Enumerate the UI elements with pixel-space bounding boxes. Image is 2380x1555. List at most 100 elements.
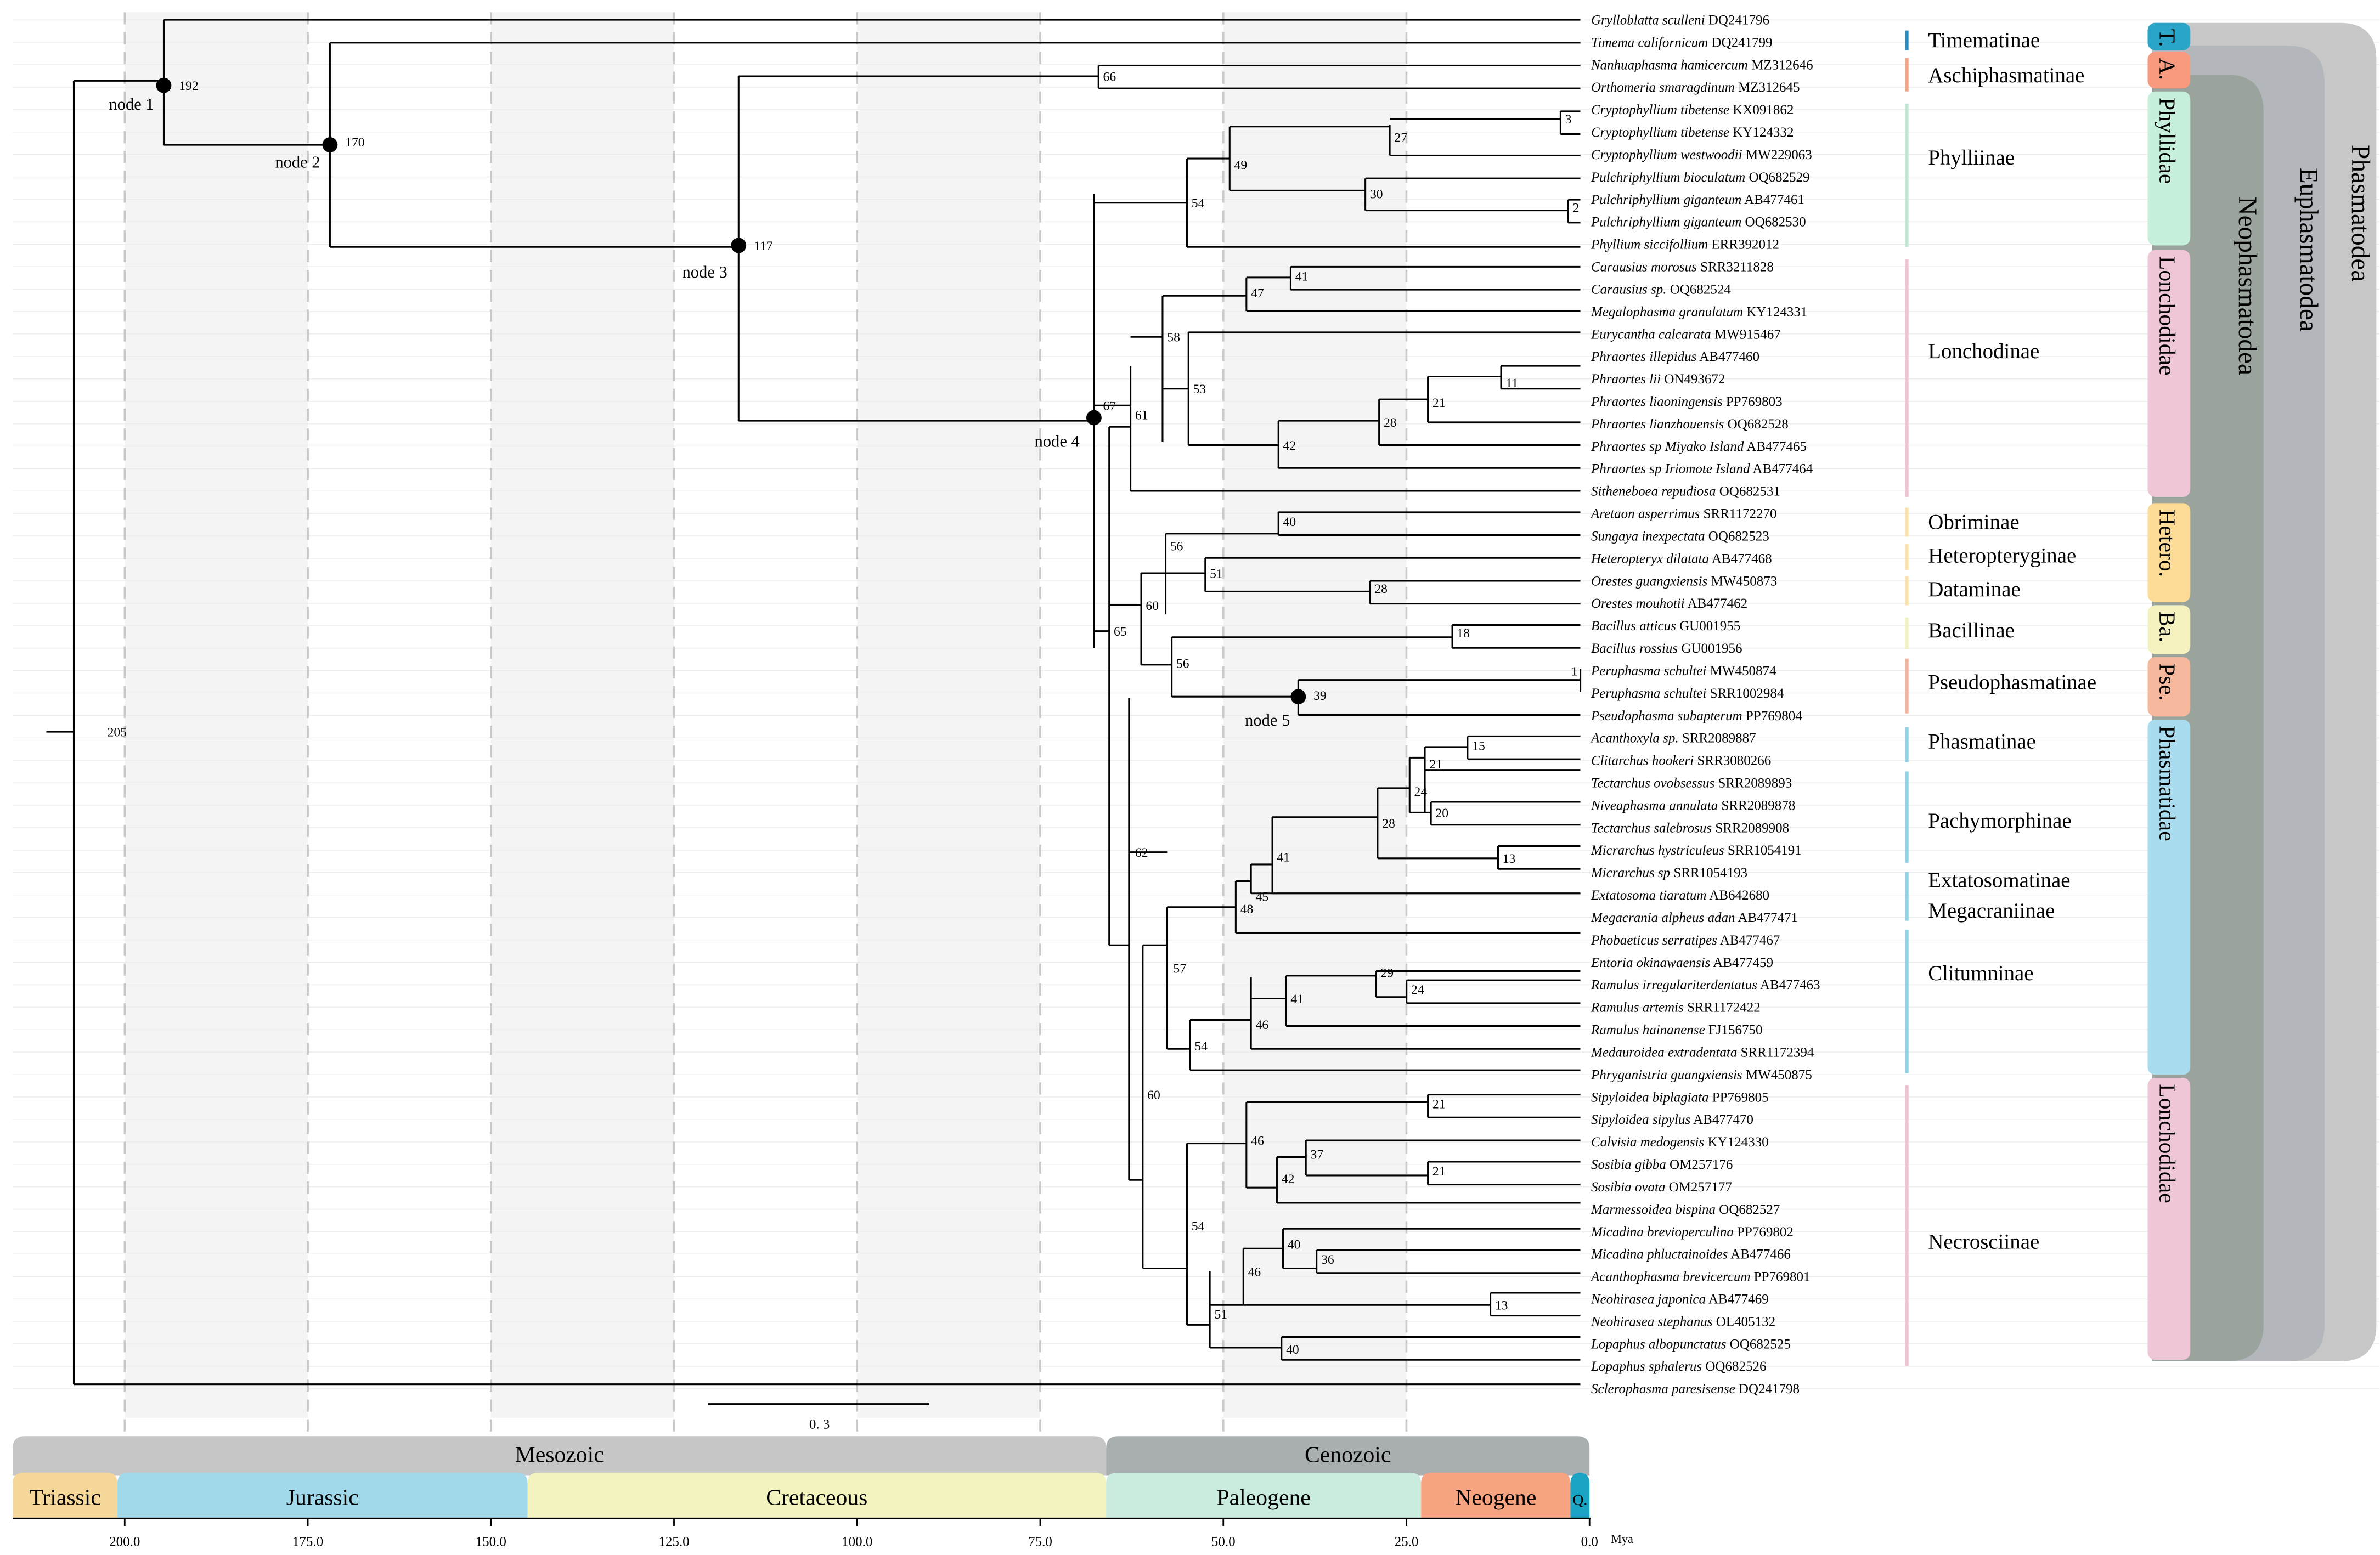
taxon-name: Heteropteryx dilatata [1591, 551, 1709, 566]
node-age-label: 51 [1214, 1308, 1227, 1322]
family-column: Phasmatodea Euphasmatodea Neophasmatodea T.… [2147, 22, 2377, 1362]
accession-number: AB477463 [1757, 978, 1820, 993]
taxon-name: Ramulus hainanense [1591, 1023, 1705, 1038]
accession-number: MW915467 [1711, 327, 1781, 342]
node-age-label: 42 [1282, 1172, 1295, 1186]
accession-number: SRR1054191 [1724, 843, 1802, 858]
tip-label: Bacillus rossius GU001956 [1591, 641, 1742, 656]
taxon-name: Carausius morosus [1591, 260, 1697, 275]
taxon-name: Bacillus atticus [1591, 619, 1676, 634]
tip-label: Micrarchus hystriculeus SRR1054191 [1591, 843, 1802, 858]
tip-label: Neohirasea stephanus OL405132 [1591, 1314, 1775, 1329]
tip-label: Sitheneboea repudiosa OQ682531 [1591, 484, 1780, 499]
tip-label: Megacrania alpheus adan AB477471 [1591, 911, 1798, 925]
tip-label: Marmessoidea bispina OQ682527 [1591, 1202, 1780, 1217]
node-age-label: 49 [1234, 159, 1248, 173]
accession-number: PP769802 [1734, 1225, 1794, 1240]
node-age-label: 13 [1495, 1299, 1508, 1313]
accession-number: SRR1054193 [1670, 866, 1747, 880]
node-age-label: 58 [1167, 331, 1180, 345]
taxon-name: Cryptophyllium tibetense [1591, 125, 1729, 140]
node-age-label: 20 [1435, 806, 1448, 821]
subfamily-label: Necrosciinae [1928, 1230, 2039, 1253]
tip-label: Pulchriphyllium giganteum OQ682530 [1591, 215, 1806, 230]
taxon-name: Phraortes lii [1591, 372, 1661, 387]
taxon-name: Clitarchus hookeri [1591, 754, 1694, 768]
tip-label: Ramulus artemis SRR1172422 [1591, 1000, 1761, 1015]
taxon-name: Timema californicum [1591, 35, 1708, 50]
tip-label: Tectarchus ovobsessus SRR2089893 [1591, 776, 1792, 791]
subfamily-label: Obriminae [1928, 510, 2019, 534]
tip-label: Peruphasma schultei SRR1002984 [1591, 686, 1784, 701]
accession-number: GU001955 [1676, 619, 1740, 634]
tip-label: Entoria okinawaensis AB477459 [1591, 955, 1773, 970]
node-age-label: 40 [1286, 1343, 1299, 1357]
subfamily-label: Lonchodinae [1928, 340, 2039, 363]
taxon-name: Acanthophasma brevicercum [1590, 1270, 1750, 1285]
subfamily-bar [1905, 576, 1909, 606]
taxon-name: Pulchriphyllium giganteum [1591, 215, 1741, 230]
taxon-name: Calvisia medogensis [1591, 1135, 1704, 1150]
tip-label: Lopaphus sphalerus OQ682526 [1591, 1359, 1766, 1374]
subfamily-bar [1905, 899, 1909, 921]
taxon-name: Phobaeticus serratipes [1591, 933, 1717, 948]
subfamily-bar [1905, 1085, 1909, 1366]
time-tick-label: 125.0 [658, 1534, 689, 1549]
taxon-name: Bacillus rossius [1591, 641, 1678, 656]
time-band [857, 12, 1040, 1418]
node-age-label: 13 [1503, 852, 1516, 866]
taxon-name: Extatosoma tiaratum [1591, 888, 1706, 903]
period-label: Cretaceous [766, 1485, 867, 1510]
tip-label: Sipyloidea biplagiata PP769805 [1591, 1090, 1769, 1105]
node-age-label: 192 [179, 79, 198, 93]
node-age-label: 21 [1432, 1098, 1446, 1112]
taxon-name: Sosibia gibba [1591, 1157, 1666, 1172]
node-age-label: 57 [1173, 962, 1186, 976]
tip-label: Lopaphus albopunctatus OQ682525 [1591, 1337, 1791, 1352]
subfamily-bar [1905, 727, 1909, 762]
taxon-name: Sclerophasma paresisense [1591, 1382, 1735, 1396]
accession-number: AB477461 [1741, 193, 1804, 207]
node-age-label: 42 [1283, 439, 1296, 453]
tip-label: Calvisia medogensis KY124330 [1591, 1135, 1769, 1150]
tip-label: Timema californicum DQ241799 [1591, 35, 1773, 50]
taxon-name: Grylloblatta sculleni [1591, 13, 1705, 27]
subfamily-label: Pachymorphinae [1928, 809, 2071, 833]
calibration-node-dot [731, 238, 747, 253]
period-label: Neogene [1455, 1485, 1536, 1510]
accession-number: SRR1172394 [1737, 1045, 1814, 1060]
node-age-label: 30 [1370, 187, 1383, 201]
taxon-name: Micadina brevioperculina [1591, 1225, 1734, 1240]
tip-label: Micadina phluctainoides AB477466 [1591, 1247, 1791, 1262]
node-age-label: 15 [1472, 739, 1485, 753]
tip-label: Ramulus hainanense FJ156750 [1591, 1023, 1763, 1038]
node-age-label: 28 [1374, 582, 1388, 596]
subfamily-bar [1905, 658, 1909, 714]
node-age-label: 170 [345, 135, 364, 150]
time-tick-label: 150.0 [476, 1534, 506, 1549]
tip-label: Phobaeticus serratipes AB477467 [1591, 933, 1780, 948]
tip-label: Cryptophyllium tibetense KY124332 [1591, 125, 1794, 140]
node-age-label: 48 [1240, 902, 1254, 917]
tip-label: Peruphasma schultei MW450874 [1591, 664, 1776, 678]
node-age-label: 24 [1411, 983, 1424, 997]
node-age-label: 65 [1114, 625, 1127, 639]
subfamily-label: Pseudophasmatinae [1928, 670, 2096, 694]
taxon-name: Tectarchus salebrosus [1591, 821, 1712, 835]
accession-number: MW450873 [1707, 574, 1777, 589]
node-tag-label: node 1 [109, 95, 154, 114]
tip-label: Micrarchus sp SRR1054193 [1591, 866, 1747, 880]
accession-number: AB477467 [1717, 933, 1780, 948]
taxon-name: Peruphasma schultei [1591, 686, 1706, 701]
node-age-label: 60 [1146, 599, 1159, 613]
tip-label: Pseudophasma subapterum PP769804 [1591, 709, 1802, 723]
tip-label: Sclerophasma paresisense DQ241798 [1591, 1382, 1800, 1396]
node-age-label: 53 [1193, 382, 1206, 397]
node-tag-label: node 3 [682, 263, 727, 281]
node-tag-label: node 2 [275, 153, 320, 172]
family-label: Lonchodidae [2155, 1084, 2180, 1203]
tip-label: Ramulus irregulariterdentatus AB477463 [1591, 978, 1820, 993]
taxon-name: Lopaphus albopunctatus [1591, 1337, 1727, 1352]
period-label: Jurassic [286, 1485, 359, 1510]
tip-label: Orthomeria smaragdinum MZ312645 [1591, 80, 1800, 95]
